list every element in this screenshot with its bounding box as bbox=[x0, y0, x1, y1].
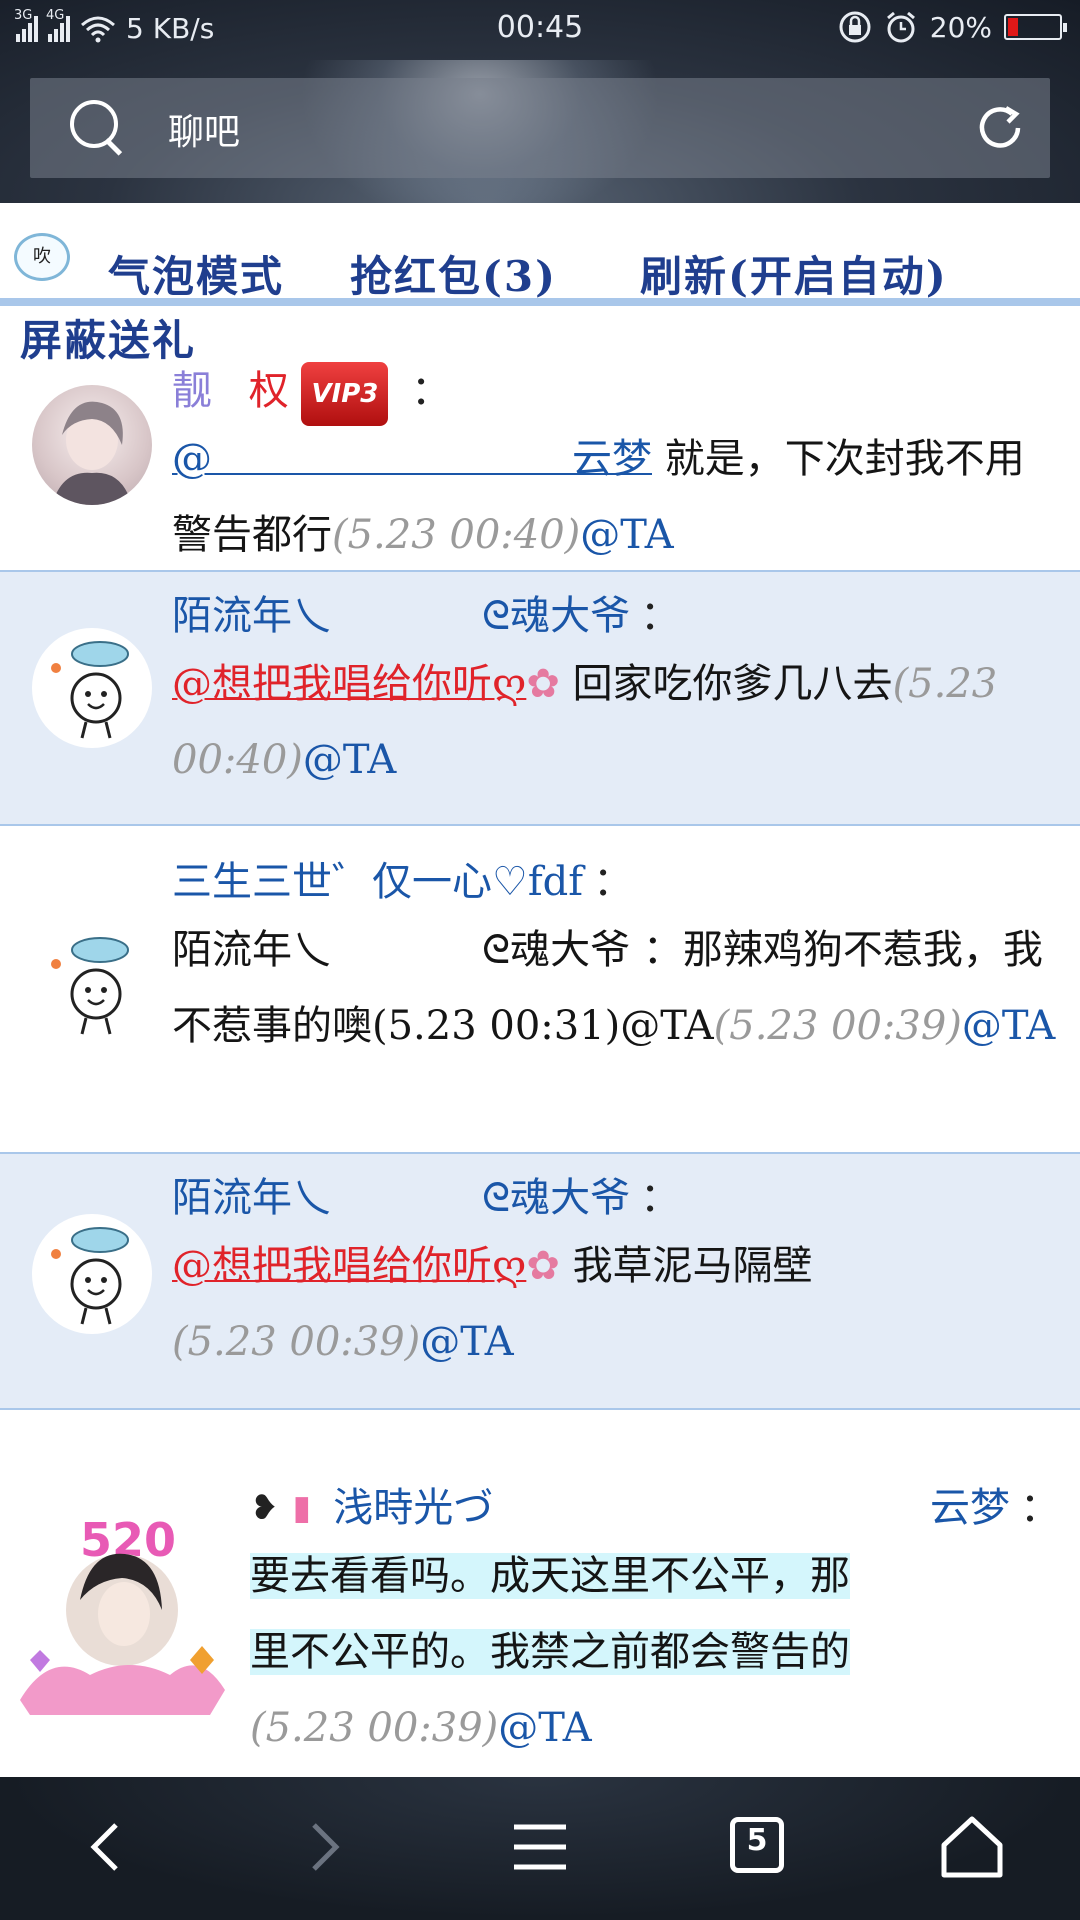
bottom-navigation: 5 bbox=[0, 1777, 1080, 1920]
avatar[interactable] bbox=[32, 924, 152, 1044]
user-name[interactable]: 权 bbox=[249, 368, 289, 414]
message-text: 陌流年乀 ᘓ魂大爷 ：那辣鸡狗不惹我，我不惹事的噢(5.23 00:31)@TA(… bbox=[172, 912, 1060, 1064]
message-body: 我草泥马隔壁 bbox=[572, 1243, 813, 1289]
vip-badge: VIP3 bbox=[301, 362, 389, 426]
grab-red-packet-button[interactable]: 抢红包(3) bbox=[350, 243, 557, 304]
message-text: @想把我唱给你听ღ✿ 回家吃你爹几八去(5.23 00:40)@TA bbox=[172, 646, 1060, 798]
avatar[interactable]: 520 bbox=[10, 1490, 240, 1720]
message-row: 陌流年乀 ᘓ魂大爷： @想把我唱给你听ღ✿ 回家吃你爹几八去(5.23 00:40… bbox=[0, 572, 1080, 826]
battery-icon bbox=[1004, 14, 1067, 40]
refresh-icon[interactable] bbox=[972, 100, 1028, 156]
at-ta-link[interactable]: @TA bbox=[580, 512, 673, 558]
at-ta-link[interactable]: @TA bbox=[420, 1319, 513, 1365]
avatar[interactable] bbox=[32, 628, 152, 748]
message-row: 陌流年乀 ᘓ魂大爷： @想把我唱给你听ღ✿ 我草泥马隔壁 (5.23 00:39)@… bbox=[0, 1154, 1080, 1410]
message-row: 520 ❥ ▮ 浅時光づ 云梦： 要去看看吗。成天这里不公平，那 里不公平的。我… bbox=[0, 1410, 1080, 1777]
message-row: 三生三世゛仅一心♡fdf： 陌流年乀 ᘓ魂大爷 ：那辣鸡狗不惹我，我不惹事的噢(5… bbox=[0, 826, 1080, 1154]
message-body-line-2: 里不公平的。我禁之前都会警告的 bbox=[250, 1629, 850, 1675]
user-suffix: 云梦 bbox=[930, 1485, 1010, 1531]
user-name[interactable]: 陌流年乀 bbox=[172, 1175, 332, 1221]
bubble-mode-icon[interactable]: 吹 bbox=[14, 233, 70, 281]
user-suffix: ᘓ魂大爷 bbox=[482, 593, 631, 639]
search-bar[interactable]: 聊吧 bbox=[30, 78, 1050, 178]
top-header: 3G 4G 5 KB/s 00:45 20% 聊吧 bbox=[0, 0, 1080, 203]
message-text: 要去看看吗。成天这里不公平，那 里不公平的。我禁之前都会警告的 (5.23 00… bbox=[250, 1538, 1060, 1766]
back-icon[interactable] bbox=[68, 1807, 148, 1887]
timestamp: (5.23 00:39) bbox=[713, 1003, 962, 1049]
at-ta-link[interactable]: @TA bbox=[962, 1003, 1055, 1049]
tabs-button[interactable]: 5 bbox=[716, 1807, 796, 1887]
colon: ： bbox=[593, 859, 634, 905]
user-name[interactable]: 陌流年乀 bbox=[172, 593, 332, 639]
search-icon[interactable] bbox=[70, 100, 126, 156]
mention-link[interactable]: @想把我唱给你听ღ bbox=[172, 1243, 526, 1289]
pink-deco-icon: ▮ bbox=[292, 1488, 312, 1528]
status-right: 20% bbox=[838, 10, 1067, 44]
search-text[interactable]: 聊吧 bbox=[168, 103, 240, 155]
home-icon[interactable] bbox=[932, 1807, 1012, 1887]
avatar-cartoon bbox=[51, 1227, 129, 1325]
refresh-auto-button[interactable]: 刷新(开启自动) bbox=[640, 243, 948, 304]
at-ta-link[interactable]: @TA bbox=[303, 737, 396, 783]
at-ta-link[interactable]: @TA bbox=[498, 1705, 591, 1751]
battery-percent: 20% bbox=[929, 10, 992, 44]
colon: ： bbox=[1020, 1485, 1060, 1531]
mention-link[interactable]: @ 云梦 bbox=[172, 436, 652, 482]
message-body-line-1: 要去看看吗。成天这里不公平，那 bbox=[250, 1553, 850, 1599]
colon: ： bbox=[411, 368, 452, 414]
colon: ： bbox=[640, 593, 681, 639]
menu-icon[interactable] bbox=[500, 1807, 580, 1887]
timestamp: (5.23 00:40) bbox=[332, 512, 581, 558]
quote-user-suffix: ᘓ魂大爷 bbox=[482, 927, 631, 973]
avatar[interactable] bbox=[32, 385, 152, 505]
avatar-cartoon bbox=[51, 641, 129, 739]
tab-count: 5 bbox=[746, 1823, 768, 1858]
avatar[interactable] bbox=[32, 1214, 152, 1334]
timestamp: (5.23 00:39) bbox=[250, 1705, 499, 1751]
status-bar: 3G 4G 5 KB/s 00:45 20% bbox=[0, 0, 1080, 58]
user-badge: 靓 bbox=[172, 368, 212, 414]
block-gifts-button[interactable]: 屏蔽送礼 bbox=[20, 307, 196, 368]
mention-link[interactable]: @想把我唱给你听ღ bbox=[172, 661, 526, 707]
avatar-520-hearts: 520 bbox=[20, 1513, 225, 1715]
user-name[interactable]: 浅時光づ bbox=[333, 1478, 493, 1538]
forward-icon[interactable] bbox=[282, 1807, 362, 1887]
message-text: @想把我唱给你听ღ✿ 我草泥马隔壁 (5.23 00:39)@TA bbox=[172, 1228, 1060, 1380]
message-row: 靓 权 VIP3 ： @ 云梦 就是，下次封我不用警告都行(5.23 00:40… bbox=[0, 361, 1080, 572]
bubble-mode-button[interactable]: 气泡模式 bbox=[108, 243, 284, 304]
flower-icon: ✿ bbox=[526, 1243, 560, 1289]
user-name[interactable]: 三生三世゛仅一心♡fdf bbox=[172, 859, 583, 905]
alarm-icon bbox=[886, 11, 915, 43]
colon: ： bbox=[640, 1175, 681, 1221]
message-body: 回家吃你爹几八去 bbox=[572, 661, 893, 707]
flower-icon: ✿ bbox=[526, 661, 560, 707]
message-text: @ 云梦 就是，下次封我不用警告都行(5.23 00:40)@TA bbox=[172, 421, 1060, 573]
rotation-lock-icon bbox=[839, 11, 871, 43]
chat-toolbar: 吹 气泡模式 抢红包(3) 刷新(开启自动) 屏蔽送礼 bbox=[0, 203, 1080, 365]
avatar-cartoon bbox=[51, 937, 129, 1035]
timestamp: (5.23 00:39) bbox=[172, 1319, 421, 1365]
avatar-portrait bbox=[52, 401, 132, 505]
quote-user: 陌流年乀 bbox=[172, 927, 332, 973]
user-suffix: ᘓ魂大爷 bbox=[482, 1175, 631, 1221]
heart-deco-icon: ❥ bbox=[250, 1488, 279, 1528]
